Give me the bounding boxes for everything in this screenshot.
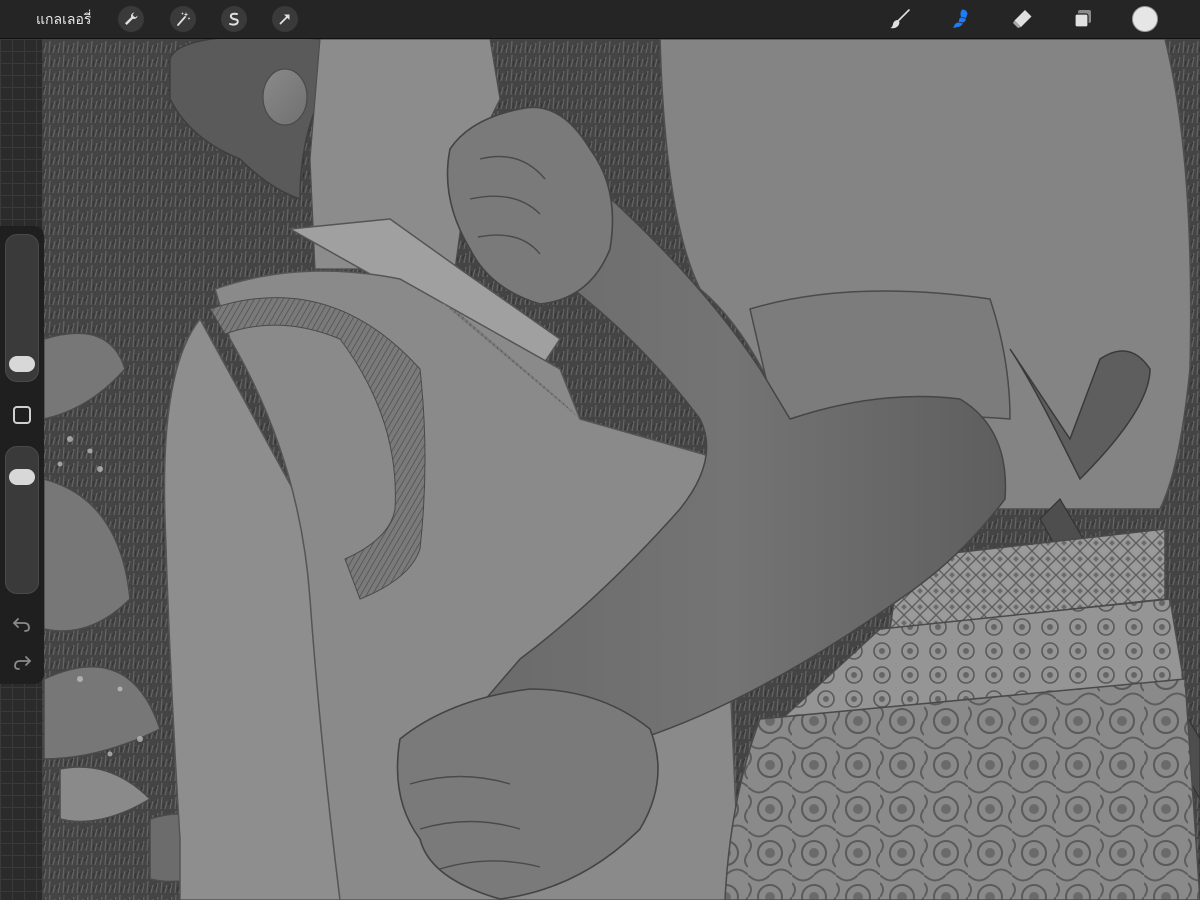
layers-button[interactable] <box>1068 4 1098 34</box>
transform-button[interactable] <box>272 6 298 32</box>
drawing-canvas[interactable] <box>0 39 1200 900</box>
artwork <box>0 39 1200 900</box>
opacity-thumb[interactable] <box>9 468 35 485</box>
brush-size-slider[interactable] <box>5 234 39 382</box>
undo-icon[interactable] <box>12 614 32 634</box>
opacity-slider[interactable] <box>5 446 39 594</box>
actions-button[interactable] <box>118 6 144 32</box>
gallery-button[interactable]: แกลเลอรี่ <box>36 8 91 30</box>
color-picker-swatch[interactable] <box>1132 6 1158 32</box>
modify-button[interactable] <box>13 406 31 424</box>
brush-icon <box>890 9 910 29</box>
redo-icon[interactable] <box>12 652 32 672</box>
selection-button[interactable] <box>221 6 247 32</box>
top-toolbar: แกลเลอรี่ <box>0 0 1200 39</box>
brush-tool[interactable] <box>885 4 915 34</box>
brush-size-thumb[interactable] <box>9 355 35 372</box>
smudge-tool[interactable] <box>945 4 975 34</box>
wrench-icon <box>125 12 138 25</box>
eraser-tool[interactable] <box>1007 4 1037 34</box>
eraser-icon <box>1013 10 1032 28</box>
procreate-app: แกลเลอรี่ <box>0 0 1200 900</box>
layers-icon <box>1074 10 1091 28</box>
smudge-icon <box>953 9 968 28</box>
adjustments-button[interactable] <box>170 6 196 32</box>
selection-icon <box>229 12 239 26</box>
magic-wand-icon <box>177 12 190 26</box>
transform-arrow-icon <box>279 14 290 25</box>
left-sidebar <box>0 226 44 684</box>
